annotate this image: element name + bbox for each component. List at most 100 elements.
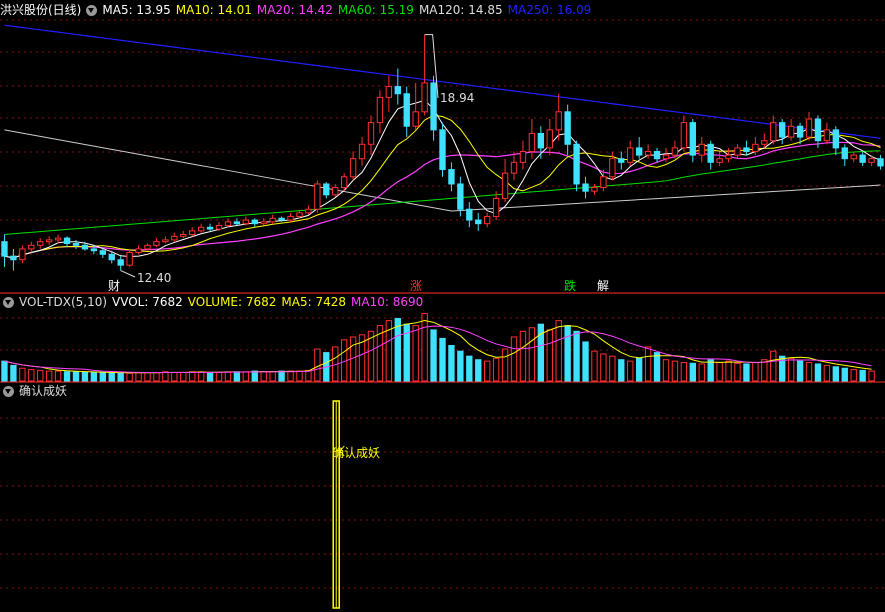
volume-bar — [45, 370, 53, 382]
candle-body — [340, 176, 348, 189]
volume-bar — [662, 359, 670, 382]
marker-die: 跌 — [564, 279, 577, 293]
candle-body — [573, 143, 580, 185]
candle-body — [28, 244, 35, 250]
candle-body — [796, 125, 804, 138]
candle-body — [403, 93, 410, 127]
volume-bar — [618, 359, 625, 382]
candle-body — [609, 158, 616, 178]
candle-body — [189, 230, 196, 235]
volume-bar — [457, 350, 464, 382]
candle-body — [421, 82, 428, 113]
candle-body — [761, 140, 768, 145]
candle-body — [475, 219, 482, 225]
volume-bar — [680, 362, 688, 382]
volume-bar — [439, 337, 446, 382]
candle-body — [868, 158, 875, 163]
volume-bar — [162, 371, 169, 382]
candle-body — [278, 217, 285, 221]
candle-body — [519, 151, 527, 163]
candle-body — [734, 147, 741, 156]
volume-bar — [609, 355, 616, 382]
candle-body — [215, 224, 223, 230]
candle-body — [689, 122, 696, 156]
volume-bar — [814, 363, 822, 382]
candle-body — [376, 96, 384, 124]
candle-body — [448, 169, 455, 185]
candle-body — [81, 244, 89, 250]
volume-bar — [734, 362, 741, 382]
volume-bar — [72, 371, 80, 382]
volume-bar — [573, 330, 580, 382]
volume-bar — [117, 372, 124, 382]
candle-body — [671, 147, 679, 156]
volume-bar — [144, 371, 151, 382]
candle-body — [779, 122, 786, 138]
volume-bar — [135, 371, 142, 382]
candle-body — [206, 226, 214, 230]
volume-bar — [189, 371, 196, 382]
candle-body — [555, 111, 562, 131]
candle-body — [126, 252, 133, 266]
volume-bar — [671, 360, 679, 382]
candle-body — [287, 215, 294, 221]
volume-bar — [28, 369, 35, 382]
volume-bar — [305, 369, 312, 382]
volume-bar — [519, 330, 527, 382]
candle-body — [153, 241, 160, 246]
volume-bar — [287, 370, 294, 382]
candle-body — [332, 187, 339, 196]
volume-bar — [823, 364, 831, 382]
volume-bar — [841, 367, 848, 382]
candle-body — [305, 208, 312, 214]
candle-body — [832, 129, 840, 149]
volume-bar — [19, 367, 26, 382]
candle-body — [1, 241, 8, 257]
volume-bar — [108, 371, 115, 382]
candle-body — [680, 122, 688, 149]
marker-jie: 解 — [597, 279, 610, 293]
candle-body — [752, 143, 759, 152]
volume-bar — [314, 348, 321, 382]
vol-ma10-line — [4, 325, 872, 374]
volume-bar — [394, 318, 401, 382]
candle-body — [63, 237, 71, 245]
volume-bar — [63, 371, 71, 382]
candle-body — [546, 129, 553, 149]
signal-label: 确认成妖 — [332, 446, 381, 460]
volume-bar — [278, 370, 285, 382]
candle-body — [349, 158, 357, 178]
candle-body — [537, 132, 545, 149]
volume-bar — [242, 371, 250, 382]
volume-bar — [1, 360, 8, 382]
volume-bar — [805, 362, 813, 382]
candle-body — [841, 147, 848, 160]
candle-body — [251, 219, 258, 225]
candle-body — [385, 86, 393, 98]
volume-bar — [850, 369, 857, 382]
candle-body — [144, 244, 151, 250]
candle-body — [367, 122, 375, 145]
candle-body — [99, 250, 106, 255]
candle-body — [528, 132, 536, 152]
candle-body — [770, 122, 777, 142]
volume-bar — [475, 359, 482, 382]
volume-bar — [296, 370, 303, 382]
volume-bar — [484, 360, 491, 382]
candle-body — [430, 82, 437, 131]
low-price-label: 12.40 — [137, 271, 172, 285]
volume-bar — [197, 371, 205, 382]
candle-body — [618, 158, 625, 163]
candle-body — [600, 176, 607, 189]
candle-body — [484, 215, 491, 225]
marker-zhang: 涨 — [410, 279, 423, 293]
volume-bar — [90, 371, 98, 382]
candle-body — [698, 143, 705, 156]
volume-bar — [832, 366, 840, 382]
volume-bar — [492, 357, 500, 382]
candle-body — [501, 172, 509, 199]
volume-bar — [796, 360, 804, 382]
high-price-label: 18.94 — [440, 91, 475, 105]
candle-body — [787, 125, 795, 138]
candle-body — [180, 233, 187, 237]
